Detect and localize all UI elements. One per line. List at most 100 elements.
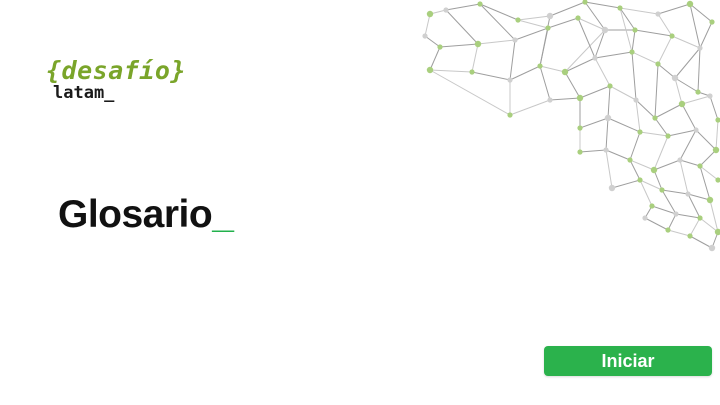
network-edge bbox=[549, 1, 586, 17]
network-edge bbox=[509, 39, 516, 81]
network-node bbox=[637, 129, 643, 135]
network-node bbox=[577, 149, 583, 155]
network-node bbox=[577, 125, 583, 131]
network-node bbox=[633, 97, 639, 103]
network-node bbox=[469, 69, 475, 75]
network-edge bbox=[579, 85, 611, 99]
network-node bbox=[422, 33, 428, 39]
network-edge bbox=[661, 189, 689, 195]
network-node bbox=[512, 37, 518, 43]
network-edge bbox=[687, 193, 711, 201]
network-edge bbox=[639, 131, 669, 137]
network-edge bbox=[715, 119, 719, 151]
network-edge bbox=[605, 117, 609, 151]
network-node bbox=[693, 127, 699, 133]
network-node bbox=[507, 112, 513, 118]
network-node bbox=[712, 146, 720, 154]
network-node bbox=[715, 117, 720, 123]
network-edge bbox=[549, 97, 581, 101]
network-edge bbox=[429, 69, 473, 73]
network-edge bbox=[654, 63, 659, 119]
network-node bbox=[678, 100, 686, 108]
network-node bbox=[686, 0, 694, 8]
network-edge bbox=[509, 65, 541, 81]
network-edge bbox=[429, 46, 441, 71]
network-node bbox=[601, 26, 609, 34]
network-edge bbox=[619, 7, 636, 31]
network-node bbox=[652, 115, 658, 121]
logo-wordmark: {desafío} bbox=[46, 56, 186, 85]
title-cursor: _ bbox=[212, 193, 234, 236]
network-edge bbox=[631, 51, 659, 65]
network-edge bbox=[539, 65, 566, 73]
network-edge bbox=[657, 63, 676, 79]
network-edge bbox=[517, 19, 549, 29]
network-node bbox=[575, 15, 581, 21]
network-edge bbox=[674, 47, 701, 79]
network-edge bbox=[699, 149, 717, 167]
network-node bbox=[627, 157, 633, 163]
start-button[interactable]: Iniciar bbox=[544, 346, 712, 376]
network-edge bbox=[424, 13, 431, 37]
network-node bbox=[650, 166, 658, 174]
network-edge bbox=[629, 159, 655, 171]
network-edge bbox=[539, 65, 551, 101]
network-edge bbox=[654, 117, 669, 137]
network-node bbox=[685, 191, 691, 197]
network-edge bbox=[679, 159, 701, 167]
network-edge bbox=[605, 149, 631, 161]
network-edge bbox=[681, 103, 697, 131]
network-edge bbox=[439, 43, 479, 48]
network-edge bbox=[657, 13, 673, 37]
network-node bbox=[706, 196, 714, 204]
network-edge bbox=[594, 29, 606, 59]
page-title: Glosario_ bbox=[58, 193, 234, 237]
network-edge bbox=[629, 131, 641, 161]
network-node bbox=[707, 93, 713, 99]
network-edge bbox=[697, 47, 701, 93]
network-node bbox=[697, 163, 703, 169]
network-graph-icon bbox=[422, 0, 720, 252]
network-node bbox=[655, 61, 661, 67]
network-node bbox=[474, 40, 482, 48]
network-edge bbox=[689, 217, 701, 237]
network-edge bbox=[699, 165, 711, 201]
network-edge bbox=[634, 29, 673, 37]
network-node bbox=[649, 203, 655, 209]
network-edge bbox=[445, 9, 479, 45]
network-edge bbox=[671, 35, 701, 49]
network-edge bbox=[547, 17, 579, 29]
network-edge bbox=[539, 15, 551, 67]
network-edge bbox=[644, 217, 669, 231]
network-edge bbox=[667, 229, 691, 237]
network-node bbox=[426, 66, 434, 74]
network-edge bbox=[667, 213, 677, 231]
network-edge bbox=[517, 15, 551, 21]
network-edge bbox=[681, 95, 711, 105]
network-edge bbox=[564, 57, 596, 73]
network-edge bbox=[514, 27, 549, 41]
network-edge bbox=[675, 213, 701, 219]
network-edge bbox=[699, 21, 713, 49]
network-edge bbox=[631, 29, 636, 53]
network-edge bbox=[605, 149, 613, 189]
network-node bbox=[709, 19, 715, 25]
network-edge bbox=[564, 71, 581, 99]
network-edge bbox=[509, 99, 551, 116]
network-node bbox=[637, 177, 643, 183]
network-node bbox=[561, 68, 569, 76]
network-edge bbox=[687, 193, 701, 219]
logo-subtitle: latam_ bbox=[53, 83, 115, 103]
network-node bbox=[545, 25, 551, 31]
network-edge bbox=[424, 35, 441, 48]
network-node bbox=[632, 27, 638, 33]
network-node bbox=[547, 97, 553, 103]
network-edge bbox=[607, 117, 641, 133]
network-node bbox=[437, 44, 443, 50]
network-edge bbox=[579, 117, 609, 129]
network-node bbox=[507, 77, 513, 83]
network-node bbox=[426, 10, 434, 18]
network-node bbox=[671, 74, 679, 82]
network-edge bbox=[657, 35, 673, 65]
network-edge bbox=[619, 7, 659, 15]
